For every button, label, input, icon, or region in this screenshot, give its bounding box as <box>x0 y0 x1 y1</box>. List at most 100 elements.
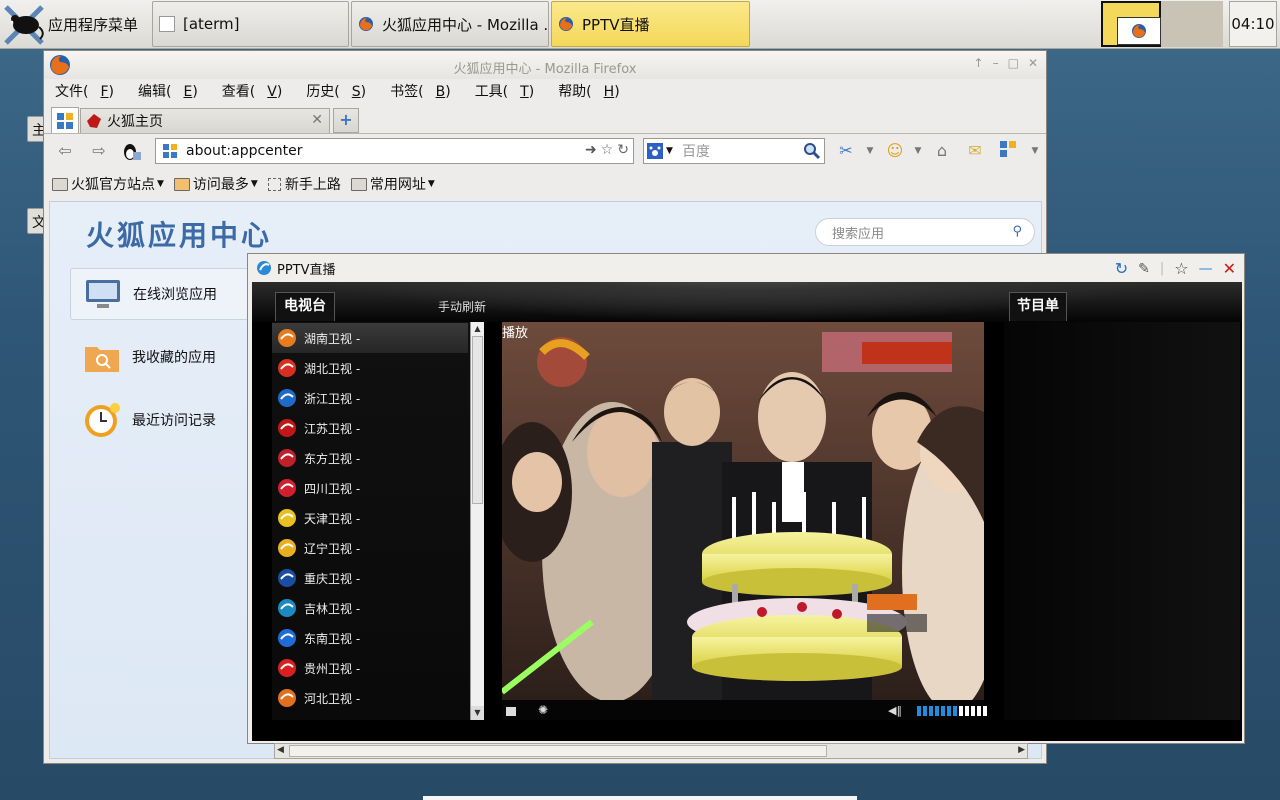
stop-button[interactable] <box>506 707 516 716</box>
mail-icon[interactable]: ✉ <box>964 140 986 162</box>
folder-search-icon <box>85 347 119 372</box>
url-bar[interactable]: about:appcenter ➜ ☆ ↻ <box>155 138 634 164</box>
channel-logo-icon <box>278 449 296 467</box>
brightness-icon[interactable]: ✺ <box>538 703 548 717</box>
favorite-star-icon[interactable]: ☆ <box>1174 259 1188 278</box>
new-tab-button[interactable]: + <box>333 108 359 133</box>
channel-item[interactable]: 浙江卫视 - <box>272 383 468 413</box>
applications-menu-button[interactable]: 应用程序菜单 <box>0 0 148 49</box>
task-aterm[interactable]: [aterm] <box>152 1 349 47</box>
monitor-icon <box>86 280 120 308</box>
chevron-down-icon[interactable]: ▼ <box>1024 140 1046 162</box>
scroll-thumb[interactable] <box>472 336 483 504</box>
channel-item[interactable]: 贵州卫视 - <box>272 653 468 683</box>
workspace-2[interactable] <box>1161 1 1223 47</box>
qq-penguin-icon[interactable] <box>120 140 142 162</box>
window-titlebar[interactable]: PPTV直播 ↻ ✎ | ☆ — ✕ <box>248 254 1244 282</box>
reload-icon[interactable]: ↻ <box>617 142 629 158</box>
scroll-up-icon[interactable]: ▲ <box>471 322 484 336</box>
channel-item[interactable]: 辽宁卫视 - <box>272 533 468 563</box>
channel-list-scrollbar[interactable]: ▲ ▼ <box>470 322 484 720</box>
minimize-icon[interactable]: – <box>993 56 999 70</box>
channel-item[interactable]: 四川卫视 - <box>272 473 468 503</box>
bookmarks-toolbar: 火狐官方站点 ▼ 访问最多 ▼ 新手上路 常用网址 ▼ <box>44 167 445 201</box>
workspace-1[interactable] <box>1101 1 1161 47</box>
window-titlebar[interactable]: 火狐应用中心 - Mozilla Firefox ↑ – □ ✕ <box>44 51 1046 79</box>
menu-item[interactable]: 历史(S) <box>306 79 378 105</box>
scroll-down-icon[interactable]: ▼ <box>471 706 484 720</box>
horizontal-scrollbar[interactable]: ◀ ▶ <box>274 743 1028 759</box>
channel-item[interactable]: 河北卫视 - <box>272 683 468 713</box>
tab-tv-stations[interactable]: 电视台 <box>275 292 335 321</box>
bookmark-folder[interactable]: 常用网址 ▼ <box>350 174 435 194</box>
channel-item[interactable]: 天津卫视 - <box>272 503 468 533</box>
volume-slider[interactable] <box>917 706 987 716</box>
volume-bar <box>977 706 981 716</box>
close-icon[interactable]: ✕ <box>1028 56 1038 70</box>
manual-refresh-link[interactable]: 手动刷新 <box>438 298 486 315</box>
apps-grid-icon[interactable] <box>997 140 1019 162</box>
video-frame[interactable]: 播放 <box>502 322 984 700</box>
tab-schedule[interactable]: 节目单 <box>1009 292 1067 321</box>
go-icon[interactable]: ➜ <box>585 142 597 158</box>
menu-item[interactable]: 查看(V) <box>222 79 295 105</box>
clock[interactable]: 04:10 <box>1229 1 1277 47</box>
channel-item[interactable]: 重庆卫视 - <box>272 563 468 593</box>
forward-icon[interactable]: ⇨ <box>88 140 110 162</box>
close-tab-icon[interactable]: ✕ <box>311 112 323 128</box>
scroll-thumb[interactable] <box>289 745 827 757</box>
menu-item[interactable]: 书签(B) <box>390 79 463 105</box>
menu-item[interactable]: 帮助(H) <box>558 79 631 105</box>
bookmark-folder[interactable]: 访问最多 ▼ <box>173 174 258 194</box>
menu-accelerator: B <box>435 84 446 100</box>
tab-foxhome[interactable]: 火狐主页 ✕ <box>80 108 330 133</box>
app-search-input[interactable]: 搜索应用 ⚲ <box>815 218 1035 246</box>
bookmark-item[interactable]: 新手上路 <box>267 174 341 194</box>
channel-item[interactable]: 江苏卫视 - <box>272 413 468 443</box>
back-icon[interactable]: ⇦ <box>54 140 76 162</box>
bookmark-star-icon[interactable]: ☆ <box>601 142 614 158</box>
scroll-right-icon[interactable]: ▶ <box>1018 745 1025 755</box>
chevron-down-icon[interactable]: ▼ <box>859 140 881 162</box>
clock-icon <box>85 403 120 437</box>
scroll-left-icon[interactable]: ◀ <box>277 745 284 755</box>
bookmark-folder[interactable]: 火狐官方站点 ▼ <box>52 174 164 194</box>
menu-item[interactable]: 工具(T) <box>475 79 547 105</box>
home-icon[interactable]: ⌂ <box>931 140 953 162</box>
pin-icon[interactable]: ✎ <box>1138 261 1150 277</box>
sidebar-item-browse[interactable]: 在线浏览应用 <box>70 268 250 320</box>
page-icon <box>267 177 281 191</box>
chevron-down-icon[interactable]: ▼ <box>907 140 929 162</box>
baidu-engine-icon[interactable]: ▼ <box>646 141 676 161</box>
volume-bar <box>953 706 957 716</box>
search-bar[interactable]: ▼ 百度 <box>643 138 825 164</box>
url-text: about:appcenter <box>186 143 303 159</box>
sidebar-item-history[interactable]: 最近访问记录 <box>70 394 250 446</box>
refresh-icon[interactable]: ↻ <box>1115 259 1128 278</box>
sidebar-item-favorites[interactable]: 我收藏的应用 <box>70 331 250 383</box>
channel-item[interactable]: 吉林卫视 - <box>272 593 468 623</box>
terminal-icon <box>159 16 175 32</box>
close-icon[interactable]: ✕ <box>1223 259 1236 278</box>
chevron-down-icon: ▼ <box>157 179 164 189</box>
search-icon[interactable] <box>803 142 821 160</box>
workspace-pager[interactable] <box>1101 1 1223 47</box>
channel-item[interactable]: 东南卫视 - <box>272 623 468 653</box>
maximize-icon[interactable]: □ <box>1008 56 1019 70</box>
task-firefox[interactable]: 火狐应用中心 - Mozilla ... <box>351 1 549 47</box>
menu-item[interactable]: 文件(F) <box>55 79 126 105</box>
app-tab[interactable] <box>51 107 79 133</box>
arrange-icon[interactable]: ↑ <box>974 56 984 70</box>
minimize-icon[interactable]: — <box>1199 261 1213 277</box>
search-icon[interactable]: ⚲ <box>1012 224 1022 239</box>
volume-bar <box>983 706 987 716</box>
channel-item[interactable]: 湖北卫视 - <box>272 353 468 383</box>
applications-menu-label: 应用程序菜单 <box>48 16 139 34</box>
channel-item[interactable]: 湖南卫视 - <box>272 323 468 353</box>
volume-icon[interactable]: ◀‖ <box>888 704 902 717</box>
task-pptv[interactable]: PPTV直播 <box>551 1 750 47</box>
screenshot-scissors-icon[interactable]: ✂ <box>835 140 857 162</box>
weather-icon[interactable]: ☺ <box>884 140 906 162</box>
menu-item[interactable]: 编辑(E) <box>138 79 210 105</box>
channel-item[interactable]: 东方卫视 - <box>272 443 468 473</box>
